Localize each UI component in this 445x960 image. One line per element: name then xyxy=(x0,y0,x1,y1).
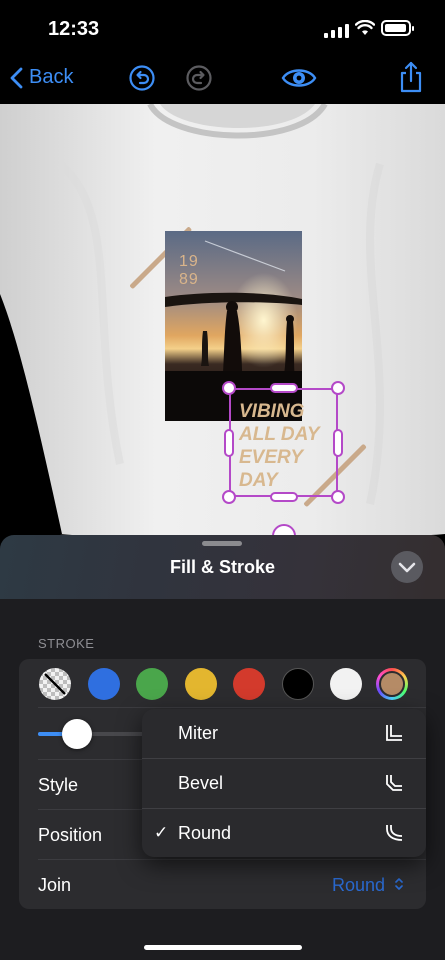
cellular-signal-icon xyxy=(324,24,349,38)
row-divider xyxy=(38,759,142,760)
nav-bar: Back xyxy=(0,58,445,102)
redo-icon[interactable] xyxy=(185,64,213,92)
stroke-section-label: STROKE xyxy=(38,636,95,651)
swatch-none[interactable] xyxy=(39,668,71,700)
menu-item-label: Miter xyxy=(178,723,218,743)
eye-icon[interactable] xyxy=(281,64,317,92)
resize-handle-right[interactable] xyxy=(333,429,343,457)
back-button[interactable]: Back xyxy=(10,66,73,89)
chevron-left-icon xyxy=(10,67,23,88)
resize-handle-top[interactable] xyxy=(270,383,298,393)
row-divider xyxy=(38,809,142,810)
chevron-down-icon xyxy=(398,562,416,573)
wifi-icon xyxy=(355,20,375,35)
photo-year-line-1: 19 xyxy=(179,253,199,270)
stroke-width-thumb[interactable] xyxy=(62,719,92,749)
home-indicator xyxy=(144,945,302,950)
resize-handle-left[interactable] xyxy=(224,429,234,457)
battery-icon xyxy=(381,20,414,36)
menu-item-label: Bevel xyxy=(178,773,224,793)
join-menu: Miter Bevel ✓ Round xyxy=(142,709,426,857)
no-color-icon xyxy=(44,673,66,695)
round-join-icon xyxy=(386,825,403,841)
menu-item-miter[interactable]: Miter xyxy=(142,709,426,758)
undo-icon[interactable] xyxy=(128,64,156,92)
bevel-join-icon xyxy=(386,775,402,791)
chevron-up-down-icon xyxy=(395,878,403,890)
join-label: Join xyxy=(38,875,72,895)
selection-box[interactable] xyxy=(229,388,338,497)
miter-join-icon xyxy=(386,725,402,741)
swatch-blue[interactable] xyxy=(88,668,120,700)
style-label: Style xyxy=(38,775,79,795)
swatch-yellow[interactable] xyxy=(185,668,217,700)
collapse-button[interactable] xyxy=(391,551,423,583)
menu-item-bevel[interactable]: Bevel xyxy=(142,759,426,808)
swatch-black[interactable] xyxy=(282,668,314,700)
sheet-title: Fill & Stroke xyxy=(169,557,276,577)
custom-color-fill xyxy=(379,671,405,697)
resize-handle-bottom[interactable] xyxy=(270,492,298,502)
back-label: Back xyxy=(29,66,74,88)
menu-item-label: Round xyxy=(178,823,232,843)
join-value-button[interactable]: Round xyxy=(332,875,404,896)
photo-year-line-2: 89 xyxy=(179,271,199,288)
resize-handle-bottom-left[interactable] xyxy=(222,490,236,504)
swatch-red[interactable] xyxy=(233,668,265,700)
swatch-white[interactable] xyxy=(330,668,362,700)
photo-year-text: 19 89 xyxy=(179,253,199,289)
sheet-grabber[interactable] xyxy=(202,541,242,546)
menu-item-round[interactable]: ✓ Round xyxy=(142,809,426,858)
status-bar: 12:33 xyxy=(0,0,445,58)
resize-handle-top-right[interactable] xyxy=(331,381,345,395)
row-divider xyxy=(38,707,426,708)
swatch-custom[interactable] xyxy=(376,668,408,700)
share-icon[interactable] xyxy=(398,60,424,94)
join-value: Round xyxy=(332,875,386,895)
position-label: Position xyxy=(38,825,103,845)
resize-handle-bottom-right[interactable] xyxy=(331,490,345,504)
resize-handle-top-left[interactable] xyxy=(222,381,236,395)
checkmark-icon: ✓ xyxy=(154,823,169,842)
row-divider xyxy=(38,859,426,860)
design-canvas[interactable]: 19 89 VIBING ALL DAY EVERY DAY xyxy=(0,104,445,540)
status-time: 12:33 xyxy=(48,18,100,40)
swatch-green[interactable] xyxy=(136,668,168,700)
